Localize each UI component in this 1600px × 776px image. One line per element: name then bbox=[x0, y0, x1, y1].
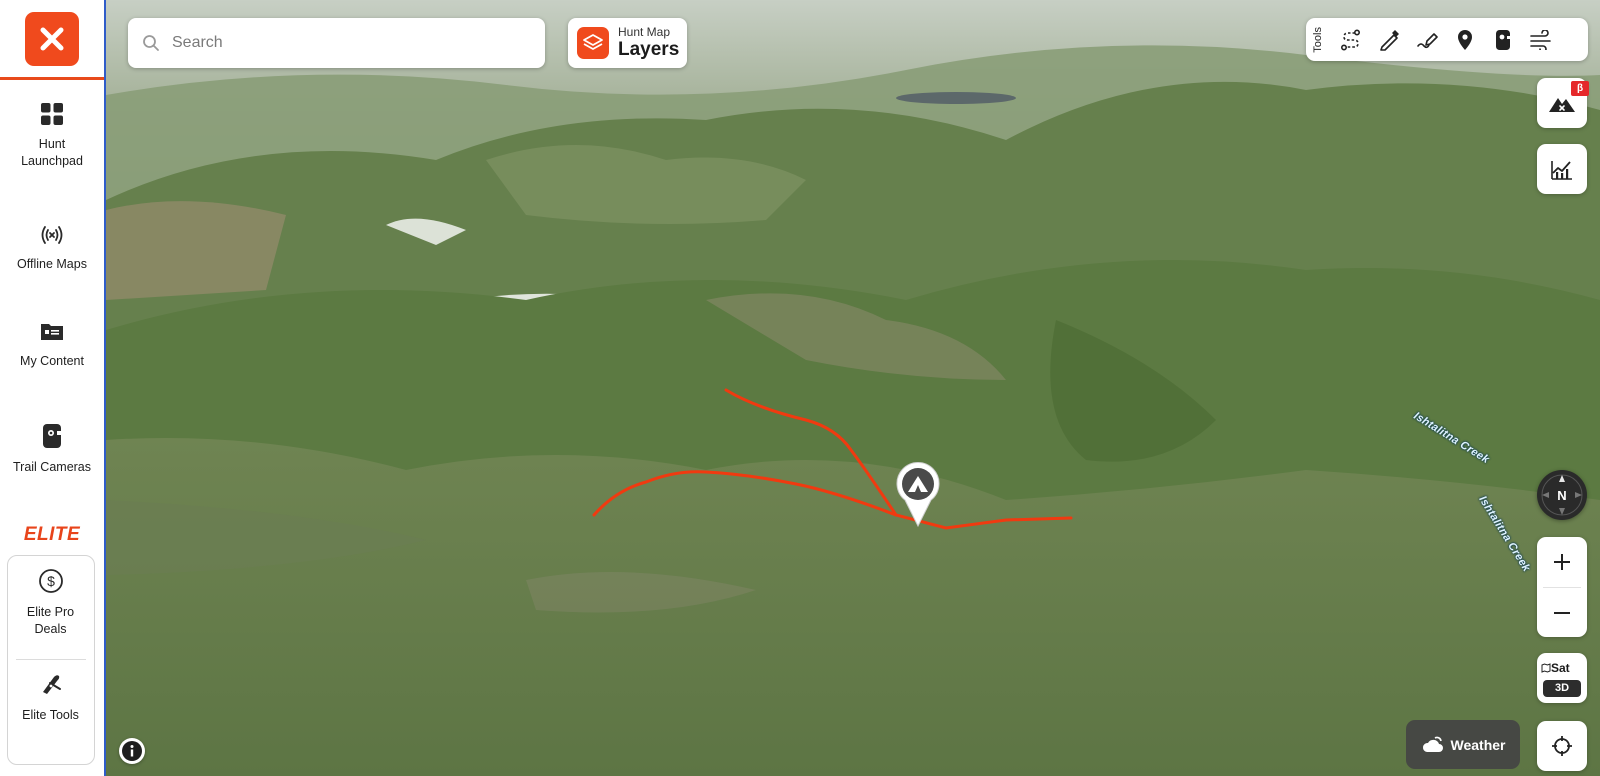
chart-icon bbox=[1551, 161, 1572, 180]
compass-label: N bbox=[1557, 488, 1566, 503]
zoom-controls bbox=[1537, 537, 1587, 637]
svg-text:$: $ bbox=[47, 573, 55, 589]
pocket-knife-icon bbox=[42, 675, 61, 694]
compass-icon: N bbox=[1541, 474, 1583, 516]
broadcast-icon bbox=[41, 226, 63, 244]
sidebar-item-label: Trail Cameras bbox=[12, 460, 92, 474]
line-icon bbox=[1380, 29, 1399, 51]
trail-camera-tool-button[interactable] bbox=[1484, 20, 1522, 60]
sidebar-item-elite-pro-deals[interactable]: $ Elite Pro Deals bbox=[8, 568, 93, 638]
tools-toolbar: Tools bbox=[1306, 18, 1588, 61]
sidebar-item-label: Elite Tools bbox=[22, 708, 79, 722]
beta-badge: β bbox=[1571, 81, 1589, 96]
locate-me-button[interactable] bbox=[1537, 721, 1587, 771]
search-icon bbox=[143, 35, 159, 51]
close-icon bbox=[40, 27, 64, 50]
weather-icon bbox=[1422, 736, 1443, 752]
sidebar-item-my-content[interactable]: My Content bbox=[0, 321, 104, 370]
wind-icon bbox=[1530, 29, 1551, 50]
sidebar-item-label: My Content bbox=[20, 354, 84, 368]
plus-icon bbox=[1554, 554, 1570, 570]
draw-icon bbox=[1417, 32, 1438, 48]
elite-section: $ Elite Pro Deals Elite Tools bbox=[7, 555, 95, 765]
camp-marker-pin[interactable] bbox=[895, 462, 941, 528]
sidebar-item-label: Elite Pro Deals bbox=[26, 605, 75, 636]
folder-icon bbox=[41, 324, 63, 340]
sidebar-item-label: Offline Maps bbox=[17, 257, 87, 271]
elite-label: ELITE bbox=[23, 524, 81, 545]
sidebar: Hunt Launchpad Offline Maps My Content T… bbox=[0, 0, 106, 776]
marker-tool-button[interactable] bbox=[1446, 20, 1484, 60]
logo-area bbox=[0, 0, 104, 80]
layers-text: Hunt Map Layers bbox=[618, 24, 680, 61]
basemap-label: Sat bbox=[1551, 661, 1570, 675]
map-canvas[interactable]: Ishtalitna Creek Ishtalitna Creek bbox=[106, 0, 1600, 776]
map-icon bbox=[1541, 663, 1551, 673]
crosshair-icon bbox=[1552, 736, 1572, 756]
layers-icon bbox=[577, 27, 609, 59]
weather-button[interactable]: Weather bbox=[1406, 720, 1520, 769]
terrain-3d-view[interactable] bbox=[106, 0, 1600, 776]
sidebar-item-label: Hunt Launchpad bbox=[21, 137, 83, 168]
sidebar-item-trail-cameras[interactable]: Trail Cameras bbox=[0, 423, 104, 476]
trail-camera-icon bbox=[1496, 29, 1511, 50]
info-icon bbox=[122, 741, 142, 761]
sidebar-item-offline-maps[interactable]: Offline Maps bbox=[0, 224, 104, 273]
wind-tool-button[interactable] bbox=[1522, 20, 1560, 60]
layers-subtitle: Hunt Map bbox=[618, 24, 671, 39]
search-bar[interactable] bbox=[128, 18, 545, 68]
app-logo-button[interactable] bbox=[25, 11, 79, 66]
draw-tool-button[interactable] bbox=[1408, 20, 1446, 60]
compass-button[interactable]: N bbox=[1537, 470, 1587, 520]
map-info-button[interactable] bbox=[119, 738, 145, 764]
grid-icon bbox=[41, 103, 63, 125]
search-input[interactable] bbox=[170, 33, 534, 53]
weather-label: Weather bbox=[1450, 736, 1506, 753]
divider bbox=[16, 659, 86, 660]
elevation-profile-button[interactable] bbox=[1537, 144, 1587, 194]
zoom-out-button[interactable] bbox=[1537, 588, 1587, 638]
tools-label: Tools bbox=[1312, 26, 1324, 53]
zoom-in-button[interactable] bbox=[1537, 537, 1587, 587]
dollar-icon: $ bbox=[38, 569, 63, 593]
view-mode-badge: 3D bbox=[1543, 680, 1581, 697]
layers-button[interactable]: Hunt Map Layers bbox=[568, 18, 687, 68]
sidebar-item-elite-tools[interactable]: Elite Tools bbox=[8, 671, 93, 724]
sidebar-item-hunt-launchpad[interactable]: Hunt Launchpad bbox=[0, 102, 104, 170]
minus-icon bbox=[1554, 612, 1570, 614]
line-tool-button[interactable] bbox=[1370, 20, 1408, 60]
terrain-tool-button[interactable]: β bbox=[1537, 78, 1589, 128]
route-tool-button[interactable] bbox=[1332, 20, 1370, 60]
marker-icon bbox=[1458, 29, 1472, 50]
trail-camera-icon bbox=[43, 424, 62, 448]
layers-title: Layers bbox=[618, 38, 680, 60]
basemap-toggle-button[interactable]: Sat 3D bbox=[1537, 653, 1587, 703]
route-icon bbox=[1340, 28, 1361, 50]
